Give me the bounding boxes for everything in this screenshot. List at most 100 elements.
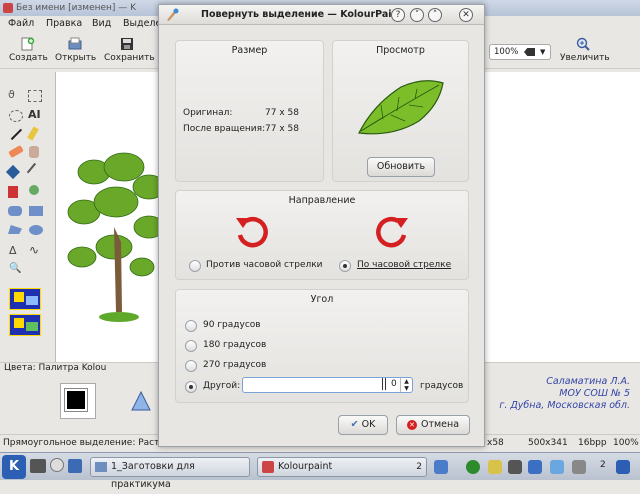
preview-panel: Просмотр Обновить — [332, 40, 469, 182]
save-label: Сохранить — [104, 53, 155, 63]
text-cursor-icon — [382, 378, 386, 390]
folder-icon — [95, 462, 107, 472]
tray-green-icon[interactable] — [466, 460, 480, 474]
selection-transparent-icon[interactable] — [9, 314, 41, 336]
ok-button[interactable]: ✔ OK — [338, 415, 388, 435]
angle-value: 0 — [391, 379, 397, 389]
open-folder-icon — [68, 37, 82, 50]
color-eraser-tool-icon[interactable] — [8, 186, 18, 198]
watermark-line-1: Саламатина Л.А. — [546, 376, 630, 387]
brush-tool-icon[interactable] — [29, 146, 39, 158]
angle-90-radio[interactable] — [185, 320, 197, 332]
angle-other-radio[interactable] — [185, 381, 197, 393]
angle-spinbox[interactable]: 0 ▲ ▼ — [242, 377, 413, 393]
fill-tool-icon[interactable] — [5, 164, 21, 180]
zoom-tool-icon[interactable]: 🔍 — [9, 263, 23, 275]
rotated-size-value: 77 x 58 — [265, 124, 299, 134]
dialog-title: Повернуть выделение — KolourPaint — [201, 9, 403, 20]
ccw-label[interactable]: Против часовой стрелки — [206, 260, 323, 270]
chevron-down-icon[interactable]: ▼ — [540, 45, 545, 59]
tray-volume-icon[interactable] — [572, 460, 586, 474]
leaf-preview-image — [358, 80, 444, 135]
polyline-tool-icon[interactable]: Δ — [9, 244, 23, 257]
help-icon[interactable]: ? — [391, 8, 405, 22]
menu-selection[interactable]: Выделе — [123, 18, 161, 29]
angle-unit-label: градусов — [420, 381, 464, 391]
ellipse-select-tool-icon[interactable] — [9, 110, 23, 122]
taskbar-clock: 2 — [600, 460, 606, 470]
polygon-tool-icon[interactable] — [8, 225, 22, 234]
tray-monitor-icon[interactable] — [434, 460, 448, 474]
menu-file[interactable]: Файл — [8, 18, 34, 29]
angle-panel-title: Угол — [310, 294, 334, 305]
angle-other-label[interactable]: Другой: — [203, 381, 240, 391]
angle-270-radio[interactable] — [185, 360, 197, 372]
angle-90-label[interactable]: 90 градусов — [203, 320, 261, 330]
lasso-tool-icon[interactable]: ϑ — [8, 88, 22, 101]
show-desktop-icon[interactable] — [30, 459, 46, 473]
spraycan-tool-icon[interactable] — [29, 185, 39, 195]
zoom-in-icon — [576, 37, 590, 51]
spin-arrows-icon[interactable]: ▲ ▼ — [400, 378, 412, 392]
maximize-icon[interactable]: ˄ — [428, 8, 442, 22]
rectangle-tool-icon[interactable] — [29, 206, 43, 216]
cw-label[interactable]: По часовой стрелке — [357, 260, 451, 270]
create-button[interactable]: Создать — [9, 37, 48, 63]
cancel-icon: ✕ — [406, 420, 417, 430]
refresh-preview-button[interactable]: Обновить — [367, 157, 435, 177]
task-folder-label: 1_Заготовки для практикума — [111, 461, 195, 490]
color-similarity-icon[interactable] — [130, 391, 152, 413]
taskbar: K 1_Заготовки для практикума Kolourpaint… — [0, 452, 640, 490]
text-tool-icon[interactable]: AI — [28, 108, 42, 121]
size-panel: Размер Оригинал: 77 x 58 После вращения:… — [175, 40, 324, 182]
line-tool-icon[interactable] — [7, 125, 23, 141]
rect-select-tool-icon[interactable] — [28, 90, 42, 102]
save-button[interactable]: Сохранить — [104, 37, 155, 63]
ccw-radio[interactable] — [189, 260, 201, 272]
kde-menu-icon[interactable]: K — [2, 455, 26, 479]
color-picker-tool-icon[interactable] — [26, 162, 46, 182]
dialog-titlebar[interactable]: Повернуть выделение — KolourPaint ? ˅ ˄ … — [159, 5, 484, 25]
new-document-icon — [21, 37, 35, 51]
color-swatch-frame — [60, 383, 96, 419]
task-kolourpaint[interactable]: Kolourpaint 2 — [257, 457, 427, 477]
pencil-tool-icon[interactable] — [27, 126, 39, 141]
task-folder[interactable]: 1_Заготовки для практикума — [90, 457, 250, 490]
angle-270-label[interactable]: 270 градусов — [203, 360, 266, 370]
menu-view[interactable]: Вид — [92, 18, 111, 29]
tray-clipboard-icon[interactable] — [488, 460, 502, 474]
preview-panel-title: Просмотр — [376, 45, 425, 56]
tray-display-icon[interactable] — [550, 460, 564, 474]
tray-network-icon[interactable] — [508, 460, 522, 474]
foreground-color-swatch[interactable] — [64, 388, 88, 412]
zoom-in-button[interactable]: Увеличить — [560, 37, 610, 63]
refresh-label: Обновить — [376, 161, 426, 172]
angle-180-radio[interactable] — [185, 340, 197, 352]
open-button[interactable]: Открыть — [55, 37, 96, 63]
minimize-icon[interactable]: ˅ — [410, 8, 424, 22]
original-size-label: Оригинал: — [183, 108, 233, 118]
zoom-combobox[interactable]: 100% ▼ — [489, 44, 551, 60]
cw-radio[interactable] — [339, 260, 351, 272]
ellipse-tool-icon[interactable] — [29, 225, 43, 235]
tray-lang-icon[interactable] — [528, 460, 542, 474]
status-canvas-size: 500x341 — [528, 438, 568, 448]
palette-label: Цвета: Палитра Kolou — [4, 363, 107, 373]
selection-opaque-icon[interactable] — [9, 288, 41, 310]
curve-tool-icon[interactable]: ∿ — [29, 243, 43, 257]
watermark-line-2: МОУ СОШ № 5 — [559, 388, 630, 399]
angle-180-label[interactable]: 180 градусов — [203, 340, 266, 350]
cancel-button[interactable]: ✕ Отмена — [396, 415, 470, 435]
file-manager-icon[interactable] — [68, 459, 82, 473]
rounded-rect-tool-icon[interactable] — [8, 206, 22, 216]
clear-zoom-icon[interactable] — [524, 48, 535, 56]
clock-app-icon[interactable] — [50, 458, 64, 472]
watermark-line-3: г. Дубна, Московская обл. — [499, 400, 630, 411]
menu-edit[interactable]: Правка — [46, 18, 82, 29]
zoom-value: 100% — [494, 47, 519, 57]
kolourpaint-brush-icon — [167, 8, 179, 21]
eraser-tool-icon[interactable] — [8, 144, 24, 159]
tray-kde-icon[interactable] — [616, 460, 630, 474]
close-icon[interactable]: ✕ — [459, 8, 473, 22]
app-icon — [3, 3, 13, 13]
